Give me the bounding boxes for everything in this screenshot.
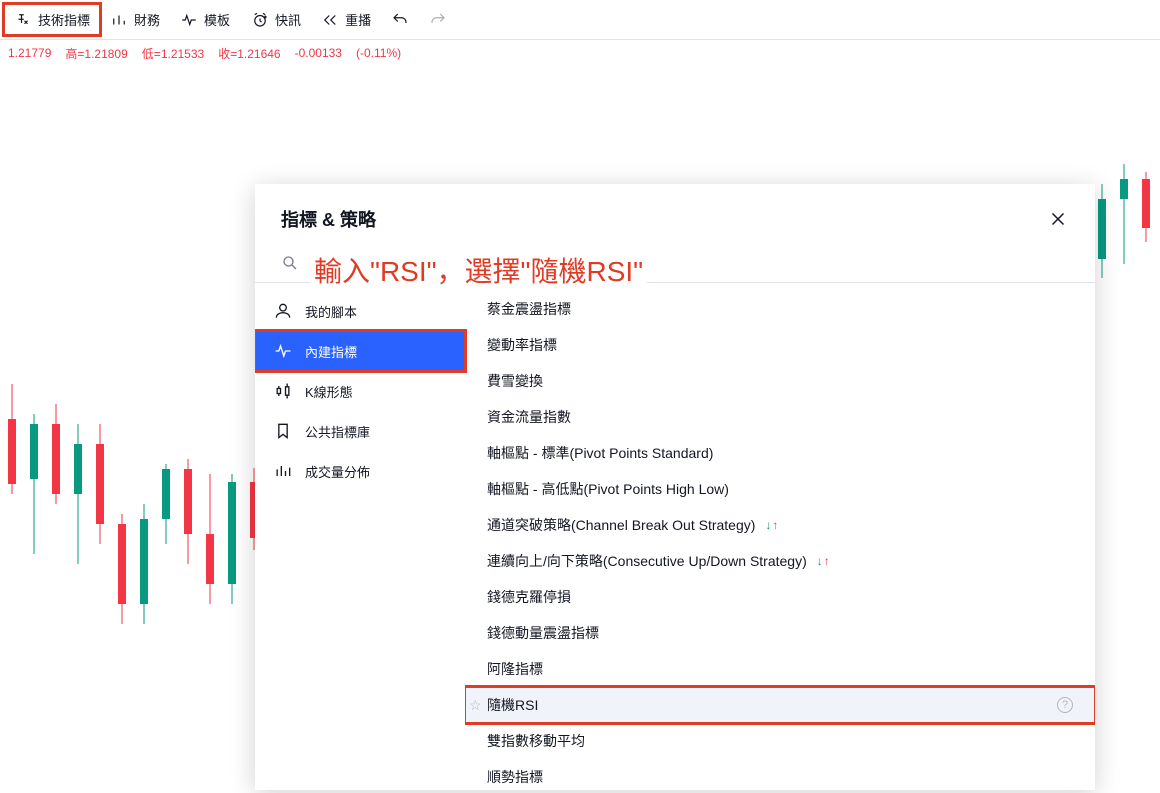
annotation-text: 輸入"RSI"，選擇"隨機RSI" bbox=[310, 250, 647, 290]
strategy-arrows-icon: ↓↑ bbox=[817, 554, 830, 568]
open-value: 1.21779 bbox=[8, 46, 51, 60]
sidebar-item-my-scripts[interactable]: 我的腳本 bbox=[255, 291, 465, 331]
bookmark-icon bbox=[273, 421, 293, 441]
pulse-icon bbox=[273, 341, 293, 361]
template-button[interactable]: 模板 bbox=[170, 4, 240, 35]
strategy-arrows-icon: ↓↑ bbox=[765, 518, 778, 532]
sidebar-item-label: K線形態 bbox=[305, 382, 353, 401]
result-item[interactable]: 變動率指標 bbox=[465, 327, 1095, 363]
candle-icon bbox=[273, 381, 293, 401]
sidebar-item-label: 公共指標庫 bbox=[305, 422, 370, 441]
sidebar-item-label: 內建指標 bbox=[305, 342, 357, 361]
result-label: 軸樞點 - 高低點(Pivot Points High Low) bbox=[487, 479, 729, 499]
ohlc-status-bar: 1.21779 高=1.21809 低=1.21533 收=1.21646 -0… bbox=[0, 40, 1160, 64]
sidebar-item-label: 我的腳本 bbox=[305, 302, 357, 321]
alert-button[interactable]: 快訊 bbox=[241, 4, 311, 35]
sidebar-item-label: 成交量分佈 bbox=[305, 462, 370, 481]
result-label: 錢德動量震盪指標 bbox=[487, 623, 599, 643]
result-item[interactable]: 錢德克羅停損 bbox=[465, 579, 1095, 615]
vol-bars-icon bbox=[273, 461, 293, 481]
result-item[interactable]: 軸樞點 - 標準(Pivot Points Standard) bbox=[465, 435, 1095, 471]
result-item[interactable]: 通道突破策略(Channel Break Out Strategy) ↓↑ bbox=[465, 507, 1095, 543]
redo-icon bbox=[429, 11, 447, 29]
result-item[interactable]: 順勢指標 bbox=[465, 759, 1095, 790]
result-label: 蔡金震盪指標 bbox=[487, 299, 571, 319]
close-button[interactable] bbox=[1047, 208, 1069, 230]
change-pct: (-0.11%) bbox=[356, 46, 401, 60]
close-group: 收=1.21646 bbox=[218, 45, 280, 62]
undo-button[interactable] bbox=[381, 5, 419, 35]
result-label: 通道突破策略(Channel Break Out Strategy) bbox=[487, 515, 755, 535]
alert-label: 快訊 bbox=[275, 10, 301, 29]
sidebar-item-public[interactable]: 公共指標庫 bbox=[255, 411, 465, 451]
result-label: 阿隆指標 bbox=[487, 659, 543, 679]
tech-indicator-label: 技術指標 bbox=[38, 10, 90, 29]
result-item[interactable]: ☆隨機RSI? bbox=[465, 687, 1095, 723]
template-label: 模板 bbox=[204, 10, 230, 29]
result-item[interactable]: 費雪變換 bbox=[465, 363, 1095, 399]
search-icon bbox=[281, 254, 299, 272]
dialog-body: 我的腳本內建指標 K線形態公共指標庫成交量分佈 蔡金震盪指標變動率指標費雪變換資金… bbox=[255, 283, 1095, 790]
person-icon bbox=[273, 301, 293, 321]
result-label: 資金流量指數 bbox=[487, 407, 571, 427]
result-item[interactable]: 資金流量指數 bbox=[465, 399, 1095, 435]
result-label: 變動率指標 bbox=[487, 335, 557, 355]
result-label: 錢德克羅停損 bbox=[487, 587, 571, 607]
tech-indicator-button[interactable]: 技術指標 bbox=[4, 4, 100, 35]
result-label: 雙指數移動平均 bbox=[487, 731, 585, 751]
result-label: 連續向上/向下策略(Consecutive Up/Down Strategy) bbox=[487, 551, 807, 571]
result-item[interactable]: 連續向上/向下策略(Consecutive Up/Down Strategy) ↓… bbox=[465, 543, 1095, 579]
result-item[interactable]: 蔡金震盪指標 bbox=[465, 291, 1095, 327]
low-group: 低=1.21533 bbox=[142, 45, 204, 62]
change-value: -0.00133 bbox=[295, 46, 342, 60]
replay-label: 重播 bbox=[345, 10, 371, 29]
replay-button[interactable]: 重播 bbox=[311, 4, 381, 35]
sidebar-item-kline[interactable]: K線形態 bbox=[255, 371, 465, 411]
finance-label: 財務 bbox=[134, 10, 160, 29]
result-item[interactable]: 軸樞點 - 高低點(Pivot Points High Low) bbox=[465, 471, 1095, 507]
result-label: 隨機RSI bbox=[487, 695, 538, 715]
undo-icon bbox=[391, 11, 409, 29]
result-item[interactable]: 錢德動量震盪指標 bbox=[465, 615, 1095, 651]
dialog-title: 指標 & 策略 bbox=[281, 206, 376, 232]
result-label: 費雪變換 bbox=[487, 371, 543, 391]
finance-button[interactable]: 財務 bbox=[100, 4, 170, 35]
category-sidebar: 我的腳本內建指標 K線形態公共指標庫成交量分佈 bbox=[255, 283, 465, 790]
rewind-icon bbox=[321, 11, 339, 29]
star-icon[interactable]: ☆ bbox=[469, 697, 485, 714]
dialog-header: 指標 & 策略 bbox=[255, 184, 1095, 248]
sidebar-item-builtin[interactable]: 內建指標 bbox=[255, 331, 465, 371]
bars-icon bbox=[110, 11, 128, 29]
result-label: 軸樞點 - 標準(Pivot Points Standard) bbox=[487, 443, 713, 463]
results-list: 蔡金震盪指標變動率指標費雪變換資金流量指數軸樞點 - 標準(Pivot Poin… bbox=[465, 283, 1095, 790]
redo-button[interactable] bbox=[419, 5, 457, 35]
sidebar-item-volume[interactable]: 成交量分佈 bbox=[255, 451, 465, 491]
top-toolbar: 技術指標 財務 模板 快訊 重播 bbox=[0, 0, 1160, 40]
result-label: 順勢指標 bbox=[487, 767, 543, 787]
clock-plus-icon bbox=[251, 11, 269, 29]
high-group: 高=1.21809 bbox=[65, 45, 127, 62]
result-item[interactable]: 阿隆指標 bbox=[465, 651, 1095, 687]
pulse-icon bbox=[180, 11, 198, 29]
help-icon[interactable]: ? bbox=[1057, 697, 1073, 713]
fx-icon bbox=[14, 11, 32, 29]
result-item[interactable]: 雙指數移動平均 bbox=[465, 723, 1095, 759]
